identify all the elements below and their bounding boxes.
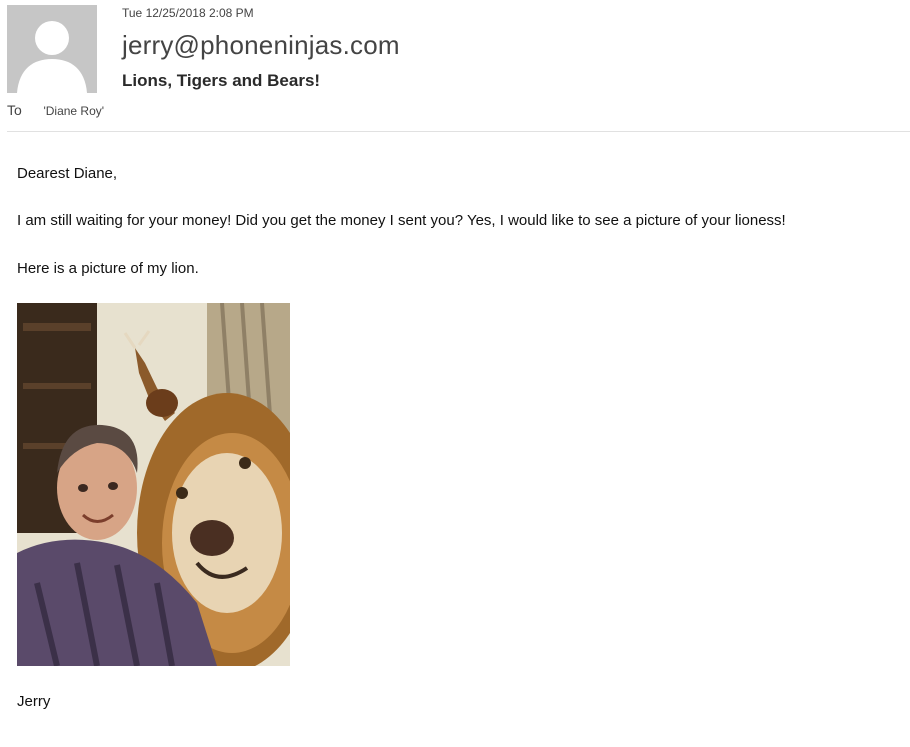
- greeting-text: Dearest Diane,: [17, 165, 118, 182]
- recipient-row: To 'Diane Roy': [7, 102, 104, 120]
- message-timestamp: Tue 12/25/2018 2:08 PM: [122, 6, 254, 20]
- recipient-name[interactable]: 'Diane Roy': [43, 104, 104, 118]
- message-subject: Lions, Tigers and Bears!: [122, 71, 321, 90]
- message-header: Tue 12/25/2018 2:08 PM jerry@phoneninjas…: [0, 0, 910, 132]
- signature-text: Jerry: [17, 693, 51, 710]
- sender-avatar-icon[interactable]: [7, 5, 97, 93]
- sender-address[interactable]: jerry@phoneninjas.com: [122, 30, 400, 61]
- man-with-lion-photo[interactable]: [17, 303, 290, 666]
- body-paragraph-1: I am still waiting for your money! Did y…: [17, 212, 786, 229]
- to-label: To: [7, 102, 22, 118]
- header-divider: [7, 131, 910, 132]
- body-paragraph-2: Here is a picture of my lion.: [17, 260, 199, 277]
